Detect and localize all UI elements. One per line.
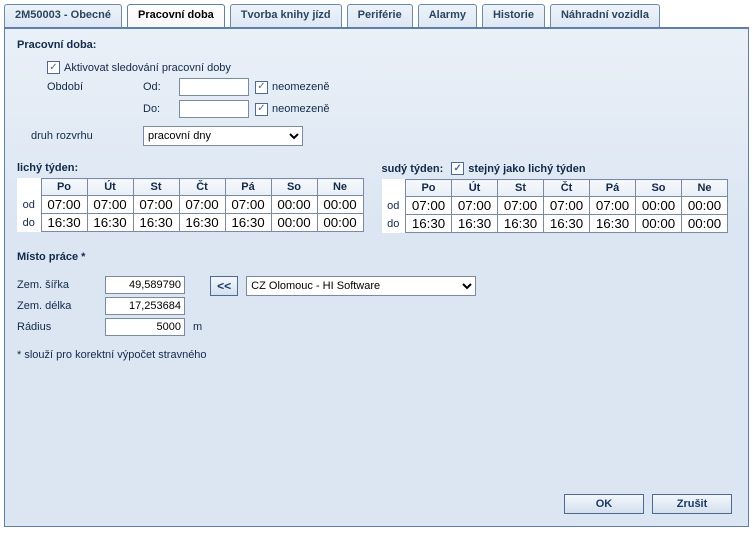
odd-od-ne[interactable] [319,197,361,213]
label-radius-unit: m [193,321,202,333]
label-lon: Zem. délka [17,300,97,312]
even-do-ut[interactable] [454,216,496,232]
input-do-date[interactable] [179,100,249,118]
col-header: Čt [179,179,225,196]
even-do-st[interactable] [500,216,542,232]
even-od-so[interactable] [638,198,680,214]
panel-pracovni-doba: Pracovní doba: ✓ Aktivovat sledování pra… [4,27,749,527]
label-od: Od: [143,81,173,93]
odd-od-po[interactable] [43,197,85,213]
even-od-ct[interactable] [546,198,588,214]
cancel-button[interactable]: Zrušit [652,494,732,514]
col-header: Ne [682,180,728,197]
even-week-table: Po Út St Čt Pá So Ne od [382,179,729,233]
col-header: Út [87,179,133,196]
col-header: Čt [544,180,590,197]
select-schedule-type[interactable]: pracovní dny [143,126,303,146]
col-header: So [636,180,682,197]
label-lat: Zem. šířka [17,279,97,291]
col-header: Út [452,180,498,197]
tab-tvorba-knihy-jizd[interactable]: Tvorba knihy jízd [230,4,342,27]
even-od-st[interactable] [500,198,542,214]
tab-alarmy[interactable]: Alarmy [418,4,477,27]
label-do-unlimited: neomezeně [272,103,330,115]
tab-historie[interactable]: Historie [482,4,545,27]
input-lon[interactable] [105,297,185,315]
odd-do-ut[interactable] [89,215,131,231]
col-header: St [498,180,544,197]
col-header: Po [41,179,87,196]
even-od-po[interactable] [408,198,450,214]
footnote-workplace: * slouží pro korektní výpočet stravného [17,349,736,361]
workplace-block: Místo práce * Zem. šířka Zem. délka Rádi… [17,251,736,361]
odd-do-ct[interactable] [181,215,223,231]
checkbox-do-unlimited[interactable]: ✓ [255,103,268,116]
row-header-do: do [382,215,406,233]
checkbox-od-unlimited[interactable]: ✓ [255,81,268,94]
even-do-ne[interactable] [684,216,726,232]
select-workplace[interactable]: CZ Olomouc - HI Software [246,276,476,296]
heading-working-hours: Pracovní doba: [17,39,736,51]
col-header: Ne [317,179,363,196]
even-od-ne[interactable] [684,198,726,214]
label-do: Do: [143,103,173,115]
input-od-date[interactable] [179,78,249,96]
ok-button[interactable]: OK [564,494,644,514]
heading-odd-week: lichý týden: [17,162,364,174]
button-bar: OK Zrušit [564,494,732,514]
odd-do-pa[interactable] [227,215,269,231]
label-obdobi: Období [47,81,137,93]
odd-do-ne[interactable] [319,215,361,231]
tab-bar: 2M50003 - Obecné Pracovní doba Tvorba kn… [0,0,753,27]
odd-week-block: lichý týden: Po Út St Čt Pá So Ne od [17,162,364,233]
tab-nahradni-vozidla[interactable]: Náhradní vozidla [550,4,660,27]
col-header: St [133,179,179,196]
row-header-od: od [382,197,406,215]
odd-week-table: Po Út St Čt Pá So Ne od [17,178,364,232]
even-week-block: sudý týden: ✓ stejný jako lichý týden Po… [382,162,729,233]
tab-obecne[interactable]: 2M50003 - Obecné [4,4,122,27]
odd-od-so[interactable] [273,197,315,213]
heading-even-week: sudý týden: [382,163,444,175]
even-do-po[interactable] [408,216,450,232]
even-do-pa[interactable] [592,216,634,232]
button-assign-place[interactable]: << [210,276,238,296]
heading-workplace: Místo práce * [17,251,736,263]
odd-od-pa[interactable] [227,197,269,213]
row-header-od: od [17,196,41,214]
checkbox-activate-tracking[interactable]: ✓ [47,61,60,74]
label-od-unlimited: neomezeně [272,81,330,93]
input-radius[interactable] [105,318,185,336]
tab-periferie[interactable]: Periférie [347,4,413,27]
col-header: Pá [590,180,636,197]
checkbox-same-as-odd[interactable]: ✓ [451,162,464,175]
tab-pracovni-doba[interactable]: Pracovní doba [127,4,225,27]
label-same-as-odd: stejný jako lichý týden [468,163,585,175]
odd-od-st[interactable] [135,197,177,213]
even-do-ct[interactable] [546,216,588,232]
odd-do-po[interactable] [43,215,85,231]
label-radius: Rádius [17,321,97,333]
label-schedule-type: druh rozvrhu [31,130,137,142]
odd-od-ct[interactable] [181,197,223,213]
label-activate-tracking: Aktivovat sledování pracovní doby [64,62,231,74]
odd-do-st[interactable] [135,215,177,231]
even-od-ut[interactable] [454,198,496,214]
odd-od-ut[interactable] [89,197,131,213]
row-header-do: do [17,214,41,232]
col-header: So [271,179,317,196]
even-do-so[interactable] [638,216,680,232]
col-header: Po [406,180,452,197]
input-lat[interactable] [105,276,185,294]
even-od-pa[interactable] [592,198,634,214]
odd-do-so[interactable] [273,215,315,231]
col-header: Pá [225,179,271,196]
